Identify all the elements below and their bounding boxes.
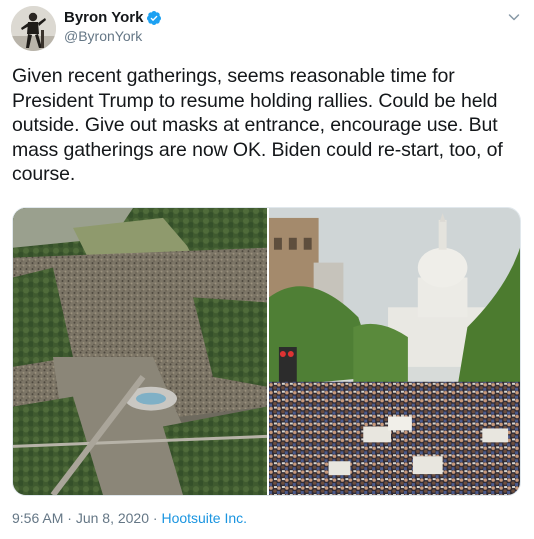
tweet-date[interactable]: Jun 8, 2020 xyxy=(76,510,149,526)
avatar-image xyxy=(11,6,56,51)
media-photo-capitol-protest[interactable] xyxy=(269,208,520,495)
author-handle[interactable]: @ByronYork xyxy=(64,28,142,45)
author-name-row[interactable]: Byron York xyxy=(64,9,162,27)
author-display-name[interactable]: Byron York xyxy=(64,9,143,27)
tweet-metadata: 9:56 AM · Jun 8, 2020 · Hootsuite Inc. xyxy=(12,510,247,527)
tweet-source-link[interactable]: Hootsuite Inc. xyxy=(161,510,247,526)
tweet-time[interactable]: 9:56 AM xyxy=(12,510,63,526)
verified-badge-icon xyxy=(146,10,162,26)
media-photo-aerial-crowd[interactable] xyxy=(13,208,267,495)
tweet-media xyxy=(12,207,521,496)
tweet-card: Byron York @ByronYork Given recent gathe… xyxy=(0,0,534,539)
avatar[interactable] xyxy=(11,6,56,51)
meta-separator: · xyxy=(149,510,162,526)
tweet-text: Given recent gatherings, seems reasonabl… xyxy=(12,65,503,185)
chevron-down-icon[interactable] xyxy=(506,9,522,25)
meta-separator: · xyxy=(63,510,76,526)
